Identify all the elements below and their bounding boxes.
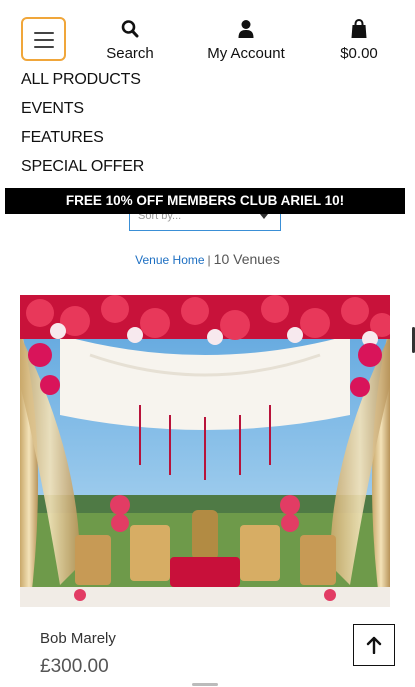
nav-item-special-offer[interactable]: SPECIAL OFFER xyxy=(21,158,144,187)
back-to-top-button[interactable] xyxy=(353,624,395,666)
shopping-bag-icon xyxy=(351,18,367,38)
cart-button[interactable]: $0.00 xyxy=(333,18,385,62)
venue-count: 10 Venues xyxy=(213,251,280,267)
site-header: Search My Account $0.00 xyxy=(0,0,415,70)
hamburger-icon-bar xyxy=(34,46,54,48)
product-price: £300.00 xyxy=(40,656,109,677)
breadcrumb: Venue Home | 10 Venues xyxy=(0,251,415,267)
arrow-up-icon xyxy=(366,636,382,654)
promo-banner: FREE 10% OFF MEMBERS CLUB ARIEL 10! xyxy=(5,188,405,214)
product-image[interactable] xyxy=(20,295,390,607)
nav-item-events[interactable]: EVENTS xyxy=(21,100,144,129)
hamburger-icon-bar xyxy=(34,39,54,41)
product-name[interactable]: Bob Marely xyxy=(40,630,116,647)
chevron-down-icon xyxy=(260,214,268,219)
my-account-label: My Account xyxy=(207,45,285,62)
hamburger-icon xyxy=(34,32,54,34)
menu-toggle-button[interactable] xyxy=(21,17,66,61)
wedding-mandap-image xyxy=(20,295,390,607)
nav-item-features[interactable]: FEATURES xyxy=(21,129,144,158)
my-account-button[interactable]: My Account xyxy=(198,18,294,62)
breadcrumb-separator: | xyxy=(207,253,211,267)
main-nav: ALL PRODUCTS EVENTS FEATURES SPECIAL OFF… xyxy=(21,71,144,187)
search-icon xyxy=(121,20,139,38)
search-label: Search xyxy=(106,45,154,62)
search-button[interactable]: Search xyxy=(100,18,160,62)
cart-total: $0.00 xyxy=(340,45,378,62)
nav-item-all-products[interactable]: ALL PRODUCTS xyxy=(21,71,144,100)
home-indicator xyxy=(192,683,218,686)
breadcrumb-venue-home-link[interactable]: Venue Home xyxy=(135,253,204,267)
user-icon xyxy=(238,20,254,38)
